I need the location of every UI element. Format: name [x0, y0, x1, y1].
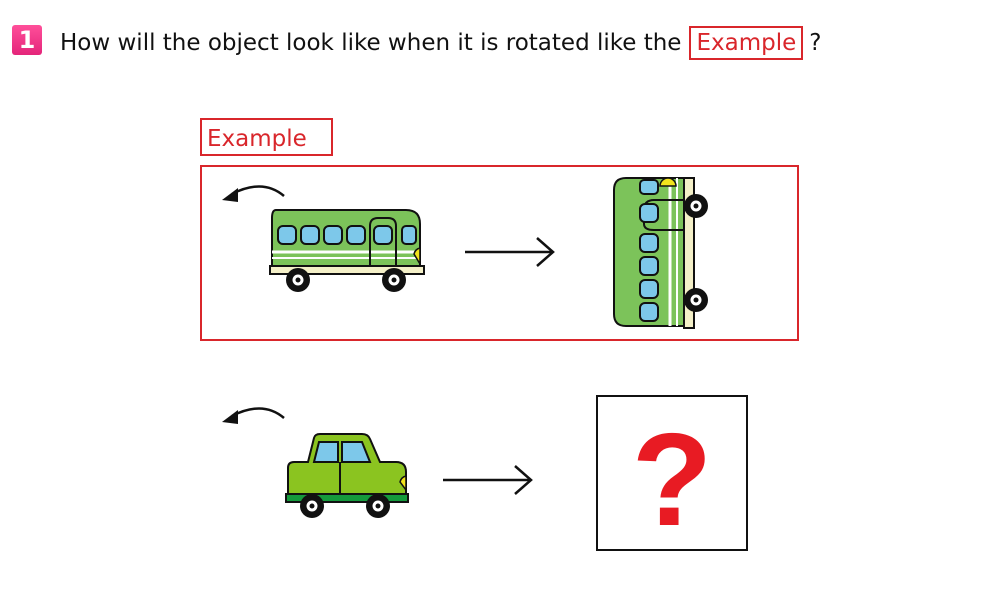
- rotate-counterclockwise-icon: [222, 185, 285, 202]
- question-text-main: How will the object look like when it is…: [60, 30, 682, 56]
- right-arrow-icon: [465, 237, 555, 267]
- bus-rotated-icon: [613, 177, 708, 329]
- bus-icon: [269, 209, 425, 292]
- question-number-badge: 1: [12, 25, 42, 55]
- car-icon: [285, 433, 409, 518]
- question-mark-text: ?: [632, 406, 713, 553]
- right-arrow-icon-2: [443, 465, 533, 495]
- question-mark-symbol: ?: [632, 406, 713, 553]
- example-label: Example: [200, 118, 333, 156]
- rotate-counterclockwise-icon-2: [222, 407, 285, 424]
- question-mark: ?: [809, 30, 822, 56]
- question-example-tag: Example: [689, 26, 804, 60]
- question-text: How will the object look like when it is…: [60, 26, 821, 60]
